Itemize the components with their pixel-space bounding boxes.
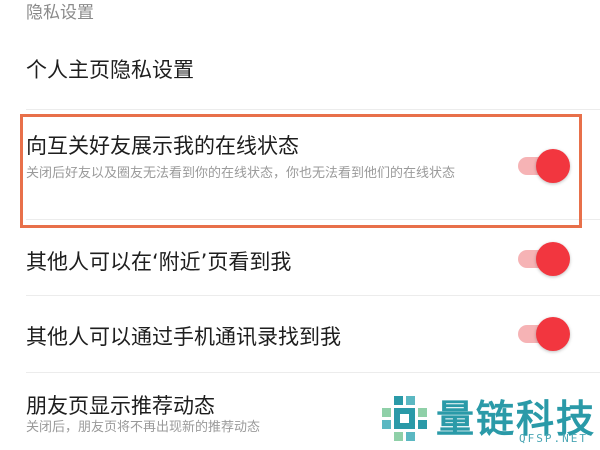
section-title: 隐私设置: [26, 3, 94, 23]
row-profile-privacy[interactable]: 个人主页隐私设置: [0, 26, 600, 110]
logo-icon: [382, 396, 427, 441]
toggle-knob: [536, 317, 570, 351]
divider: [26, 372, 600, 373]
divider: [26, 295, 600, 296]
row-title: 其他人可以通过手机通讯录找到我: [26, 325, 341, 349]
toggle-knob: [536, 242, 570, 276]
row-title: 其他人可以在‘附近’页看到我: [26, 250, 292, 274]
divider: [26, 109, 600, 110]
row-visible-nearby: 其他人可以在‘附近’页看到我: [0, 230, 600, 296]
nearby-visibility-toggle[interactable]: [518, 242, 570, 276]
watermark-domain: QFSP.NET: [519, 432, 588, 445]
watermark-logo: 量链科技 QFSP.NET: [378, 386, 600, 450]
highlight-box: [20, 114, 582, 228]
row-find-by-contacts: 其他人可以通过手机通讯录找到我: [0, 297, 600, 373]
row-title: 个人主页隐私设置: [26, 58, 194, 82]
row-title: 朋友页显示推荐动态: [26, 394, 215, 418]
contacts-find-toggle[interactable]: [518, 317, 570, 351]
